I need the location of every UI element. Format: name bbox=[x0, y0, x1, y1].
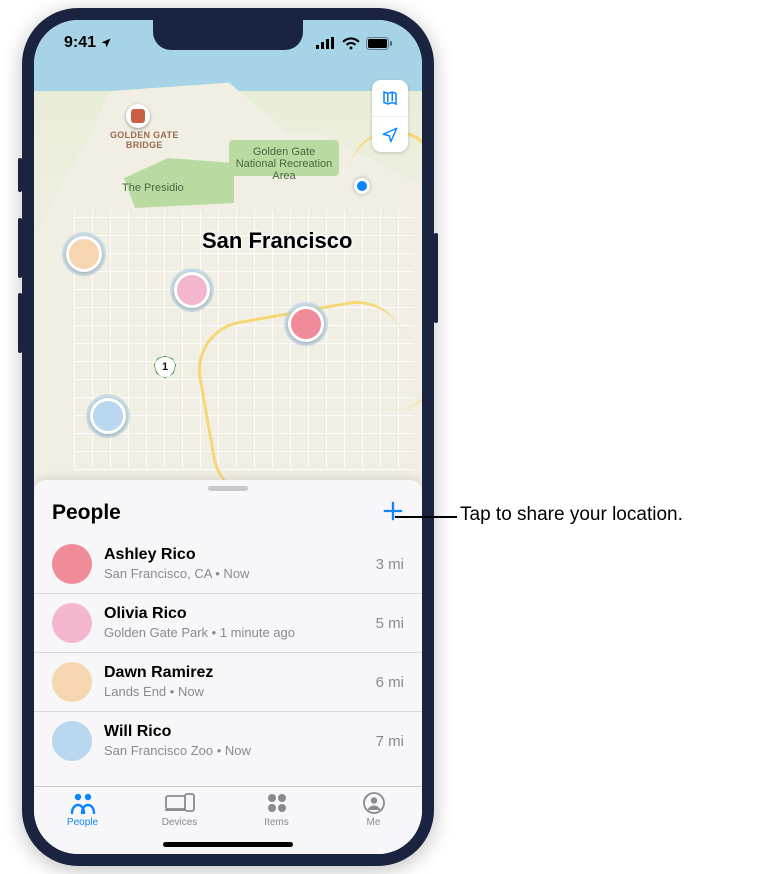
me-icon bbox=[363, 792, 385, 814]
map-mode-button[interactable] bbox=[372, 80, 408, 116]
map-landmark-label: GOLDEN GATE BRIDGE bbox=[110, 130, 179, 150]
side-button-vol-up bbox=[18, 218, 22, 278]
avatar bbox=[52, 721, 92, 761]
share-location-button[interactable] bbox=[382, 499, 404, 527]
side-button-power bbox=[434, 233, 438, 323]
map-icon bbox=[380, 89, 400, 107]
screen: 9:41 The Presidio Golden Gate National R… bbox=[34, 20, 422, 854]
map-person-pin[interactable] bbox=[288, 306, 324, 342]
sheet-header: People bbox=[34, 495, 422, 535]
avatar bbox=[52, 603, 92, 643]
tab-label: People bbox=[67, 817, 98, 828]
location-services-icon bbox=[100, 37, 112, 49]
devices-icon bbox=[165, 793, 195, 813]
plus-icon bbox=[382, 500, 404, 522]
location-arrow-icon bbox=[381, 126, 399, 144]
recenter-button[interactable] bbox=[372, 116, 408, 152]
sheet-title: People bbox=[52, 501, 121, 525]
people-sheet: People Ashley Rico San Francisco, CA • N… bbox=[34, 480, 422, 854]
avatar bbox=[52, 662, 92, 702]
avatar bbox=[52, 544, 92, 584]
person-location: San Francisco, CA • Now bbox=[104, 566, 364, 583]
person-name: Will Rico bbox=[104, 722, 364, 743]
callout-leader-line bbox=[395, 516, 457, 518]
person-distance: 6 mi bbox=[376, 674, 404, 691]
home-indicator[interactable] bbox=[163, 842, 293, 847]
sheet-grabber[interactable] bbox=[208, 486, 248, 491]
map-controls bbox=[372, 80, 408, 152]
person-name: Ashley Rico bbox=[104, 545, 364, 566]
tab-me[interactable]: Me bbox=[325, 791, 422, 854]
items-icon bbox=[266, 792, 288, 814]
map-person-pin[interactable] bbox=[66, 236, 102, 272]
tab-label: Me bbox=[367, 817, 381, 828]
people-list: Ashley Rico San Francisco, CA • Now 3 mi… bbox=[34, 535, 422, 786]
tab-label: Devices bbox=[162, 817, 198, 828]
map-freeway bbox=[349, 130, 422, 410]
person-name: Olivia Rico bbox=[104, 604, 364, 625]
callout-text: Tap to share your location. bbox=[460, 504, 683, 526]
list-item[interactable]: Olivia Rico Golden Gate Park • 1 minute … bbox=[34, 593, 422, 652]
cellular-icon bbox=[316, 37, 336, 49]
tab-people[interactable]: People bbox=[34, 791, 131, 854]
battery-icon bbox=[366, 37, 392, 50]
map-label-ggnra: Golden Gate National Recreation Area bbox=[234, 146, 334, 182]
tab-label: Items bbox=[264, 817, 288, 828]
person-distance: 7 mi bbox=[376, 733, 404, 750]
person-location: Golden Gate Park • 1 minute ago bbox=[104, 625, 364, 642]
notch bbox=[153, 20, 303, 50]
map-landmark-pin[interactable] bbox=[126, 104, 150, 128]
person-location: Lands End • Now bbox=[104, 684, 364, 701]
person-distance: 5 mi bbox=[376, 615, 404, 632]
my-location-dot[interactable] bbox=[354, 178, 370, 194]
wifi-icon bbox=[342, 37, 360, 50]
person-location: San Francisco Zoo • Now bbox=[104, 743, 364, 760]
list-item[interactable]: Ashley Rico San Francisco, CA • Now 3 mi bbox=[34, 535, 422, 593]
list-item[interactable]: Will Rico San Francisco Zoo • Now 7 mi bbox=[34, 711, 422, 770]
side-button-silence bbox=[18, 158, 22, 192]
map[interactable]: The Presidio Golden Gate National Recrea… bbox=[34, 20, 422, 492]
people-icon bbox=[69, 792, 97, 814]
map-city-label: San Francisco bbox=[202, 228, 352, 254]
map-label-presidio: The Presidio bbox=[122, 182, 184, 194]
clock-label: 9:41 bbox=[64, 34, 96, 52]
map-person-pin[interactable] bbox=[174, 272, 210, 308]
list-item[interactable]: Dawn Ramirez Lands End • Now 6 mi bbox=[34, 652, 422, 711]
person-name: Dawn Ramirez bbox=[104, 663, 364, 684]
status-time: 9:41 bbox=[64, 34, 112, 52]
map-person-pin[interactable] bbox=[90, 398, 126, 434]
side-button-vol-down bbox=[18, 293, 22, 353]
person-distance: 3 mi bbox=[376, 556, 404, 573]
phone-frame: 9:41 The Presidio Golden Gate National R… bbox=[22, 8, 434, 866]
